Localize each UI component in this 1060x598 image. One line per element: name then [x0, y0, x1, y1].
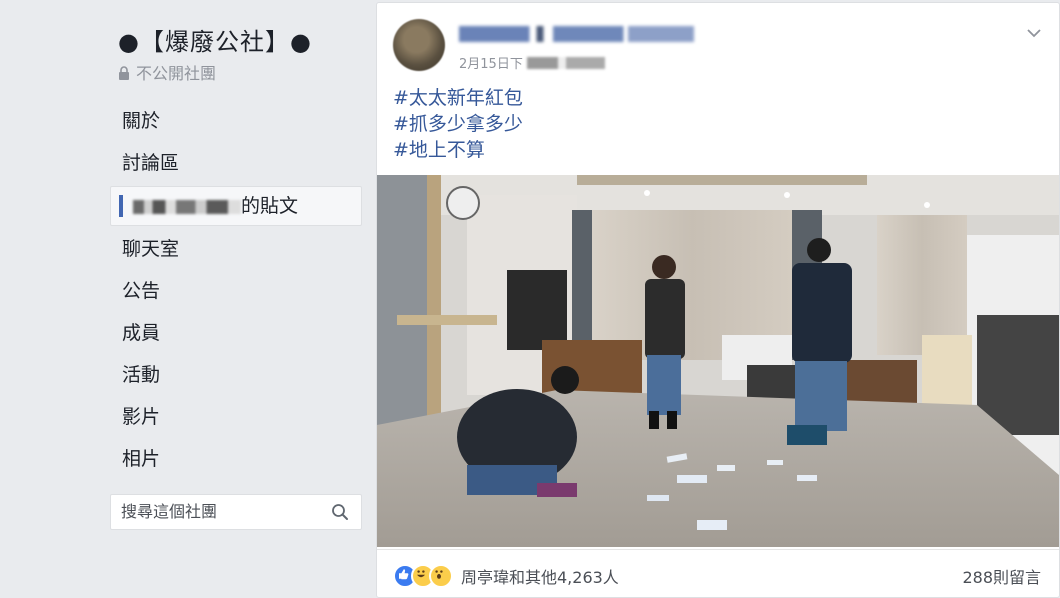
- nav-item-videos[interactable]: 影片: [110, 396, 362, 438]
- privacy-label: 不公開社團: [136, 64, 217, 83]
- nav-item-label: 成員: [122, 322, 161, 344]
- nav-item-label: 影片: [122, 406, 161, 428]
- group-nav: 關於 討論區 的貼文 聊天室 公告 成員 活動 影片 相片: [110, 100, 362, 480]
- blurred-member-name: [133, 199, 241, 214]
- nav-item-member-posts[interactable]: 的貼文: [110, 186, 362, 226]
- wow-reaction-icon: [429, 564, 453, 588]
- post-timestamp[interactable]: 2月15日下: [459, 53, 605, 72]
- hashtag-link[interactable]: #地上不算: [393, 139, 485, 161]
- author-name[interactable]: [459, 23, 694, 42]
- search-icon[interactable]: [331, 503, 349, 521]
- chevron-down-icon[interactable]: [1027, 23, 1041, 38]
- nav-item-label: 討論區: [122, 152, 180, 174]
- reactions-count: 周亭瑋和其他4,263人: [461, 568, 619, 587]
- nav-item-about[interactable]: 關於: [110, 100, 362, 142]
- nav-item-chat[interactable]: 聊天室: [110, 228, 362, 270]
- hashtag-link[interactable]: #抓多少拿多少: [393, 113, 523, 135]
- hashtag-link[interactable]: #太太新年紅包: [393, 87, 523, 109]
- nav-item-label: 活動: [122, 364, 161, 386]
- nav-item-discussion[interactable]: 討論區: [110, 142, 362, 184]
- post-body: #太太新年紅包 #抓多少拿多少 #地上不算: [393, 85, 523, 163]
- blurred-author-name: [459, 25, 694, 42]
- nav-item-label: 公告: [122, 280, 161, 302]
- group-search-input[interactable]: [111, 495, 331, 527]
- author-avatar[interactable]: [393, 19, 445, 71]
- nav-item-label: 的貼文: [241, 195, 299, 217]
- post-date: 2月15日下: [459, 57, 523, 72]
- comments-count[interactable]: 288則留言: [962, 564, 1041, 588]
- lock-icon: [118, 65, 130, 80]
- nav-item-members[interactable]: 成員: [110, 312, 362, 354]
- group-search-box: [110, 494, 362, 530]
- nav-item-announcements[interactable]: 公告: [110, 270, 362, 312]
- group-sidebar: ●【爆廢公社】● 不公開社團 關於 討論區 的貼文 聊天室 公告 成員 活動 影…: [110, 0, 365, 596]
- nav-item-label: 聊天室: [122, 238, 180, 260]
- post-photo[interactable]: [377, 175, 1059, 547]
- group-privacy: 不公開社團: [118, 60, 216, 84]
- nav-item-photos[interactable]: 相片: [110, 438, 362, 480]
- group-title[interactable]: ●【爆廢公社】●: [118, 22, 312, 57]
- reactions-summary[interactable]: 周亭瑋和其他4,263人: [393, 564, 619, 588]
- nav-item-label: 相片: [122, 448, 161, 470]
- blurred-time: [526, 56, 605, 69]
- post-footer: 周亭瑋和其他4,263人 288則留言: [377, 549, 1059, 597]
- nav-item-label: 關於: [122, 110, 161, 132]
- nav-item-events[interactable]: 活動: [110, 354, 362, 396]
- post-card: 2月15日下 #太太新年紅包 #抓多少拿多少 #地上不算 周亭瑋和其他4,263…: [376, 2, 1060, 598]
